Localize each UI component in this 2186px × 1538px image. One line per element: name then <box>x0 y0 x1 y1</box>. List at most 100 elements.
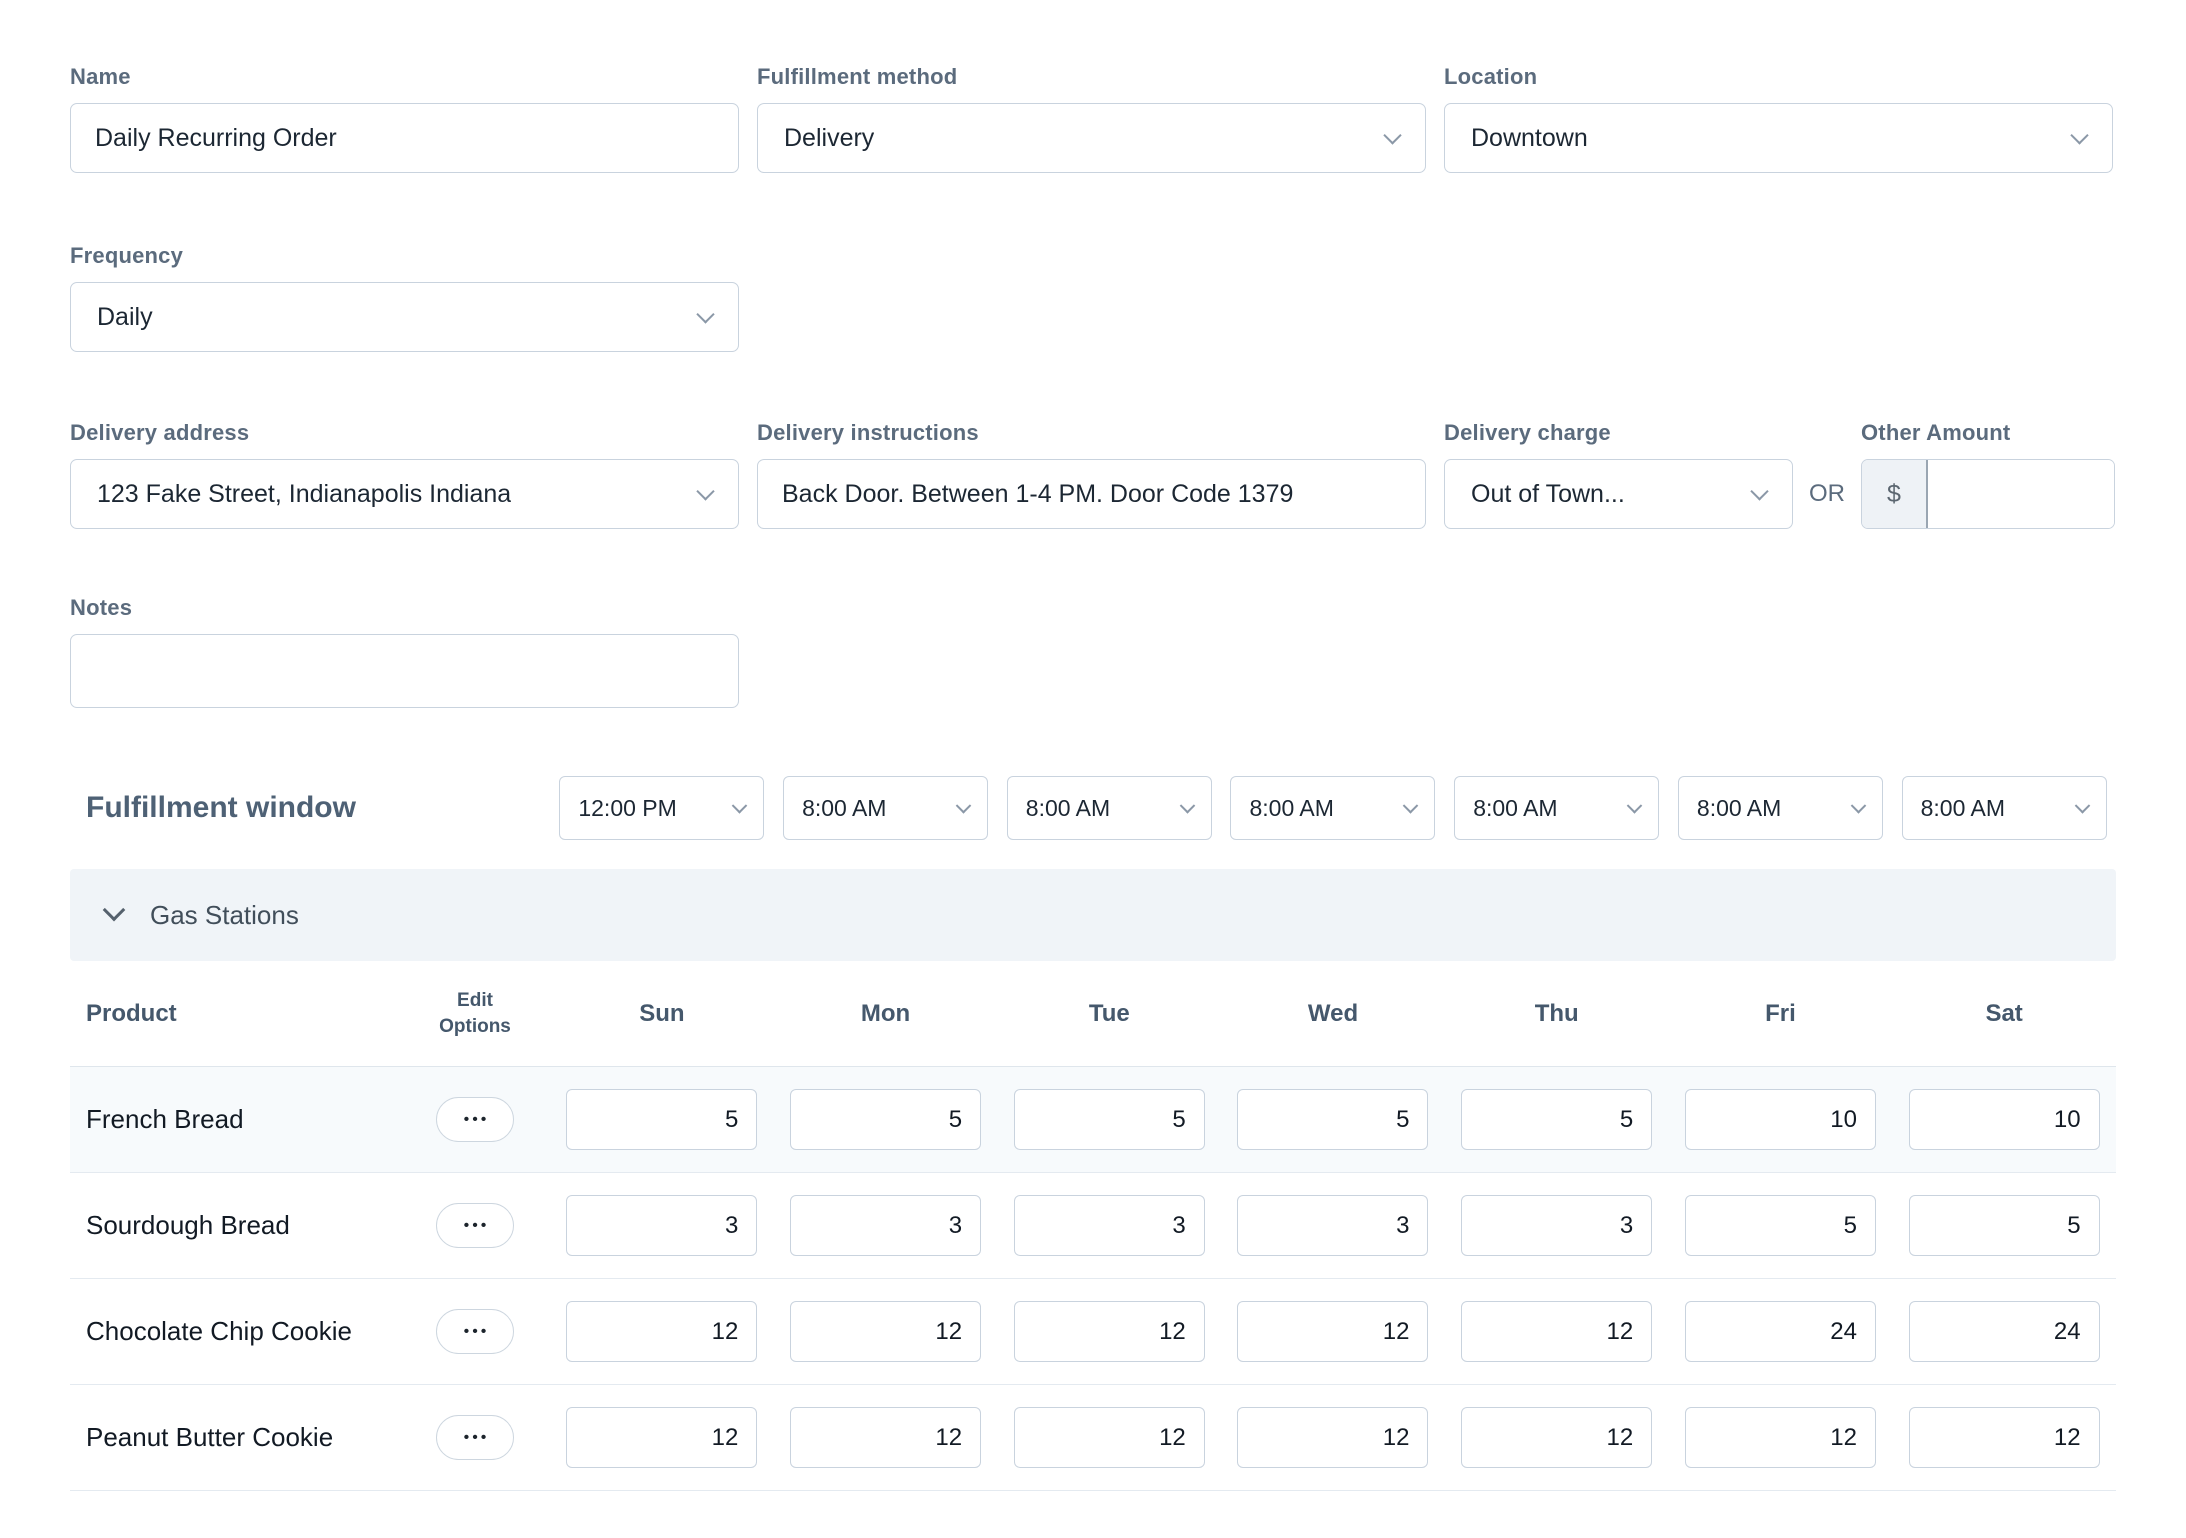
fulfillment-window-cell: 8:00 AM <box>1445 776 1669 840</box>
quantity-input[interactable] <box>566 1301 757 1362</box>
chevron-down-icon <box>1383 126 1401 144</box>
quantity-input[interactable] <box>790 1195 981 1256</box>
fulfillment-time-value: 8:00 AM <box>1249 795 1333 822</box>
delivery-address-select[interactable]: 123 Fake Street, Indianapolis Indiana <box>70 459 739 529</box>
quantity-input[interactable] <box>1685 1407 1876 1468</box>
quantity-input[interactable] <box>1014 1407 1205 1468</box>
fulfillment-time-select[interactable]: 8:00 AM <box>1230 776 1435 840</box>
delivery-address-field: Delivery address 123 Fake Street, Indian… <box>70 420 739 529</box>
quantity-cell <box>1669 1089 1893 1150</box>
fulfillment-time-value: 8:00 AM <box>1921 795 2005 822</box>
currency-prefix: $ <box>1862 460 1928 528</box>
edit-options-button[interactable]: ••• <box>436 1203 514 1248</box>
notes-field: Notes <box>70 595 739 713</box>
quantity-cell <box>1669 1407 1893 1468</box>
quantity-input[interactable] <box>1909 1195 2100 1256</box>
quantity-cell <box>1445 1195 1669 1256</box>
name-input[interactable] <box>70 103 739 173</box>
fulfillment-time-select[interactable]: 8:00 AM <box>1454 776 1659 840</box>
day-column-header: Wed <box>1221 1000 1445 1028</box>
quantity-input[interactable] <box>1237 1089 1428 1150</box>
delivery-address-value: 123 Fake Street, Indianapolis Indiana <box>97 480 511 509</box>
quantity-input[interactable] <box>1685 1301 1876 1362</box>
location-label: Location <box>1444 64 2113 90</box>
chevron-down-icon <box>732 798 748 814</box>
notes-label: Notes <box>70 595 739 621</box>
edit-options-button[interactable]: ••• <box>436 1097 514 1142</box>
frequency-select[interactable]: Daily <box>70 282 739 352</box>
table-row: Sourdough Bread ••• <box>70 1173 2116 1279</box>
edit-options-column-header: Edit Options <box>400 988 550 1039</box>
quantity-input[interactable] <box>1014 1301 1205 1362</box>
table-row: Chocolate Chip Cookie••• <box>70 1279 2116 1385</box>
fulfillment-time-value: 8:00 AM <box>1697 795 1781 822</box>
quantity-cell <box>1221 1407 1445 1468</box>
quantity-input[interactable] <box>1909 1089 2100 1150</box>
product-name: Peanut Butter Cookie <box>70 1422 400 1453</box>
quantity-input[interactable] <box>566 1195 757 1256</box>
quantity-input[interactable] <box>1461 1089 1652 1150</box>
quantity-input[interactable] <box>790 1407 981 1468</box>
quantity-input[interactable] <box>1909 1407 2100 1468</box>
quantity-cell <box>1892 1407 2116 1468</box>
edit-options-cell: ••• <box>400 1097 550 1142</box>
quantity-cell <box>1221 1301 1445 1362</box>
quantity-input[interactable] <box>1909 1301 2100 1362</box>
chevron-down-icon <box>1750 482 1768 500</box>
fulfillment-time-value: 12:00 PM <box>578 795 676 822</box>
edit-options-button[interactable]: ••• <box>436 1415 514 1460</box>
fulfillment-time-select[interactable]: 8:00 AM <box>1678 776 1883 840</box>
fulfillment-window-cell: 12:00 PM <box>550 776 774 840</box>
quantity-input[interactable] <box>1237 1301 1428 1362</box>
fulfillment-time-select[interactable]: 8:00 AM <box>783 776 988 840</box>
edit-options-header-line1: Edit <box>457 988 493 1014</box>
chevron-down-icon <box>103 899 126 922</box>
fulfillment-method-label: Fulfillment method <box>757 64 1426 90</box>
quantity-input[interactable] <box>790 1089 981 1150</box>
recurring-order-page: Name Fulfillment method Delivery Locatio… <box>0 0 2186 1491</box>
fulfillment-method-field: Fulfillment method Delivery <box>757 64 1426 173</box>
quantity-cell <box>1669 1195 1893 1256</box>
quantity-cell <box>774 1301 998 1362</box>
quantity-input[interactable] <box>1014 1089 1205 1150</box>
location-field: Location Downtown <box>1444 64 2113 173</box>
quantity-cell <box>997 1407 1221 1468</box>
quantity-input[interactable] <box>1685 1195 1876 1256</box>
delivery-charge-select[interactable]: Out of Town... <box>1444 459 1793 529</box>
quantity-cell <box>1221 1089 1445 1150</box>
chevron-down-icon <box>2074 798 2090 814</box>
edit-options-button[interactable]: ••• <box>436 1309 514 1354</box>
quantity-input[interactable] <box>566 1089 757 1150</box>
quantity-cell <box>1221 1195 1445 1256</box>
gas-stations-section-toggle[interactable]: Gas Stations <box>70 869 2116 961</box>
quantity-input[interactable] <box>1461 1195 1652 1256</box>
chevron-down-icon <box>1627 798 1643 814</box>
product-name: Sourdough Bread <box>70 1210 400 1241</box>
fulfillment-time-select[interactable]: 8:00 AM <box>1007 776 1212 840</box>
chevron-down-icon <box>1180 798 1196 814</box>
delivery-address-label: Delivery address <box>70 420 739 446</box>
quantity-input[interactable] <box>1014 1195 1205 1256</box>
quantity-input[interactable] <box>1237 1195 1428 1256</box>
quantity-input[interactable] <box>566 1407 757 1468</box>
chevron-down-icon <box>2070 126 2088 144</box>
edit-options-cell: ••• <box>400 1309 550 1354</box>
ellipsis-icon: ••• <box>461 1430 490 1446</box>
ellipsis-icon: ••• <box>461 1112 490 1128</box>
quantity-input[interactable] <box>790 1301 981 1362</box>
other-amount-input[interactable] <box>1928 460 2114 528</box>
chevron-down-icon <box>956 798 972 814</box>
location-value: Downtown <box>1471 124 1588 153</box>
location-select[interactable]: Downtown <box>1444 103 2113 173</box>
notes-input[interactable] <box>70 634 739 708</box>
quantity-input[interactable] <box>1461 1407 1652 1468</box>
delivery-instructions-input[interactable] <box>757 459 1426 529</box>
quantity-cell <box>997 1301 1221 1362</box>
quantity-input[interactable] <box>1685 1089 1876 1150</box>
fulfillment-method-select[interactable]: Delivery <box>757 103 1426 173</box>
quantity-input[interactable] <box>1237 1407 1428 1468</box>
fulfillment-time-select[interactable]: 12:00 PM <box>559 776 764 840</box>
quantity-input[interactable] <box>1461 1301 1652 1362</box>
fulfillment-time-select[interactable]: 8:00 AM <box>1902 776 2107 840</box>
frequency-label: Frequency <box>70 243 739 269</box>
